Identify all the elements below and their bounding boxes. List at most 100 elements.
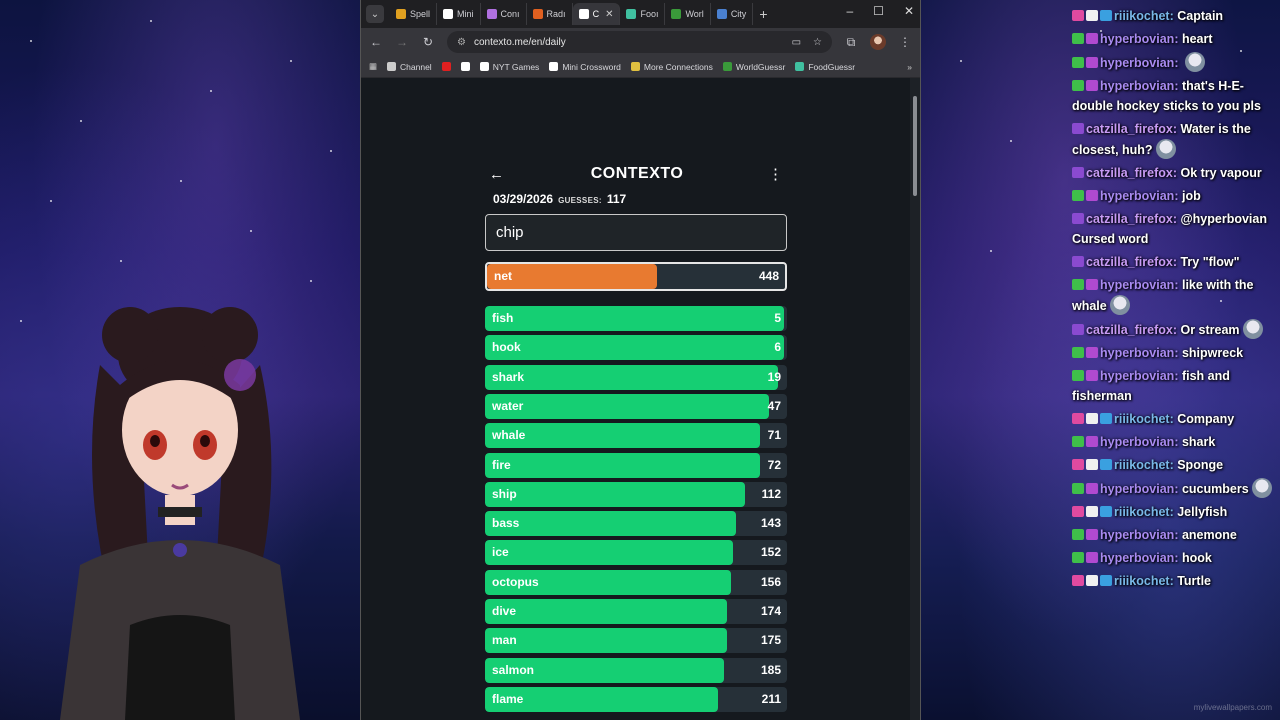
chat-badge-icon — [1086, 10, 1098, 21]
bookmark-item[interactable]: Channel — [387, 62, 432, 72]
chat-badge-icon — [1100, 506, 1112, 517]
close-icon[interactable]: ✕ — [904, 4, 914, 18]
bookmark-item[interactable] — [460, 62, 470, 71]
nyt-icon — [443, 9, 454, 19]
back-arrow-icon[interactable]: ← — [489, 166, 504, 183]
chat-username: riiikochet — [1114, 458, 1170, 472]
chat-colon: : — [1174, 528, 1182, 542]
spell-icon — [396, 9, 406, 19]
chat-message: catzilla_firefox: Or stream — [1072, 319, 1272, 340]
chat-badge-icon — [1072, 370, 1084, 381]
reload-icon[interactable]: ↻ — [421, 35, 435, 49]
tab-search-button[interactable]: ⌄ — [366, 5, 384, 23]
chat-message: hyperbovian: job — [1072, 186, 1272, 206]
chat-badge-icon — [1072, 413, 1084, 424]
chat-badge-icon — [1072, 190, 1084, 201]
bookmark-item[interactable]: WorldGuessr — [722, 62, 785, 72]
star — [50, 200, 52, 202]
star — [30, 40, 32, 42]
chat-text: heart — [1181, 32, 1213, 46]
chat-text: shark — [1181, 435, 1216, 449]
chat-badge-icon — [1100, 459, 1112, 470]
chat-colon: : — [1174, 435, 1182, 449]
maximize-icon[interactable]: ☐ — [873, 4, 884, 18]
chat-badge-icon — [1072, 575, 1084, 586]
anime-emote — [1155, 139, 1176, 159]
chat-badge-icon — [1086, 80, 1098, 91]
scroll-thumb[interactable] — [913, 96, 917, 196]
chat-badge-icon — [1086, 57, 1098, 68]
chat-badge-icon — [1072, 80, 1084, 91]
chat-badge-icon — [1100, 10, 1112, 21]
tab-close-icon[interactable]: ✕ — [605, 9, 613, 20]
chat-colon: : — [1174, 551, 1182, 565]
bookmark-label: Mini Crossword — [562, 61, 621, 72]
browser-tab[interactable]: Fooı — [620, 3, 666, 25]
bookmark-star-icon[interactable]: ☆ — [813, 37, 822, 48]
chat-text: Or stream — [1180, 323, 1240, 337]
chat-text: Jellyfish — [1177, 505, 1228, 519]
browser-tab[interactable]: Radı — [527, 3, 573, 25]
cast-icon[interactable]: ▭ — [792, 37, 801, 48]
guess-rank: 185 — [760, 662, 781, 677]
guess-word: flame — [492, 691, 524, 706]
chat-message: catzilla_firefox: @hyperbovian Cursed wo… — [1072, 209, 1272, 249]
chat-badge-icon — [1072, 57, 1084, 68]
globe-icon — [716, 9, 727, 19]
chat-badge-icon — [1072, 552, 1084, 563]
bookmark-item[interactable]: More Connections — [630, 62, 713, 72]
guess-word: water — [492, 398, 524, 413]
chat-badge-icon — [1086, 483, 1098, 494]
game-date: 03/29/2026 — [493, 192, 554, 206]
browser-tab[interactable]: Conı — [481, 3, 527, 25]
bookmark-item[interactable]: NYT Games — [479, 61, 540, 72]
guess-word: dive — [492, 604, 517, 618]
last-guess-word: net — [494, 269, 512, 283]
minimize-icon[interactable]: – — [846, 4, 853, 18]
browser-menu-icon[interactable]: ⋮ — [898, 35, 912, 49]
back-icon[interactable]: ← — [369, 35, 383, 49]
browser-tab[interactable]: Mini — [437, 3, 481, 25]
guess-input[interactable] — [485, 214, 787, 251]
chat-message: riiikochet: Sponge — [1072, 455, 1272, 475]
star — [960, 60, 962, 62]
chat-username: hyperbovian — [1100, 528, 1175, 542]
chat-badge-icon — [1072, 10, 1084, 21]
forward-icon[interactable]: → — [395, 35, 409, 49]
star — [80, 120, 82, 122]
page-scrollbar[interactable] — [910, 78, 920, 720]
more-bookmarks-icon[interactable]: » — [907, 62, 912, 72]
chat-text: Ok try vapour — [1180, 166, 1262, 180]
menu-dots-icon[interactable]: ⋮ — [768, 165, 783, 183]
bookmark-label: FoodGuessr — [808, 61, 856, 72]
chat-username: hyperbovian — [1100, 551, 1175, 565]
chat-username: riiikochet — [1114, 9, 1170, 23]
site-info-icon[interactable]: ⚙ — [457, 37, 466, 48]
chat-message: hyperbovian: heart — [1072, 29, 1272, 49]
guess-row: salmon 185 — [485, 657, 787, 683]
chat-badge-icon — [1072, 167, 1084, 178]
extensions-icon[interactable]: ⧉ — [844, 35, 858, 50]
browser-tab[interactable]: Worl — [665, 3, 711, 25]
apps-grid-icon[interactable]: ▦ — [369, 61, 377, 72]
browser-tab[interactable]: C ✕ — [572, 3, 621, 25]
star — [310, 280, 312, 282]
browser-tab[interactable]: Spell — [390, 3, 438, 25]
new-tab-button[interactable]: + — [759, 6, 767, 22]
chat-badge-icon — [1072, 483, 1084, 494]
bookmark-item[interactable] — [441, 62, 451, 71]
browser-tab[interactable]: City — [711, 3, 754, 25]
guess-row: shark 19 — [485, 364, 787, 390]
bookmark-item[interactable]: Mini Crossword — [549, 62, 621, 72]
chat-message: hyperbovian: — [1072, 52, 1272, 73]
chat-message: hyperbovian: shark — [1072, 432, 1272, 452]
bookmark-item[interactable]: FoodGuessr — [795, 62, 855, 72]
address-bar[interactable]: ⚙ contexto.me/en/daily ▭ ☆ — [447, 31, 832, 53]
guess-rank: 211 — [761, 691, 781, 706]
guesses-count: 117 — [606, 192, 627, 206]
chat-message: hyperbovian: hook — [1072, 548, 1272, 568]
tab-label: City — [730, 9, 747, 19]
tab-label: Worl — [685, 9, 704, 19]
profile-avatar[interactable] — [870, 34, 886, 50]
bookmark-label: NYT Games — [492, 61, 540, 72]
